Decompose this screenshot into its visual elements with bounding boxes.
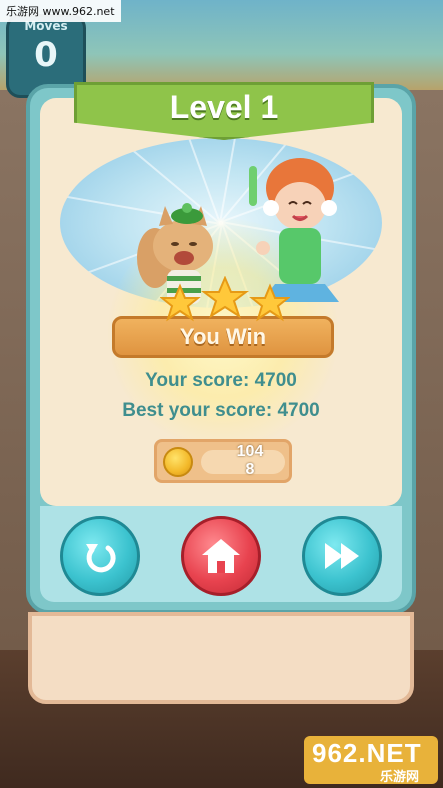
coin-bar: 104 8 bbox=[154, 439, 292, 483]
next-level-button[interactable] bbox=[302, 516, 382, 596]
coin-icon bbox=[163, 447, 193, 477]
replay-button[interactable] bbox=[60, 516, 140, 596]
star-icon bbox=[201, 276, 249, 319]
home-icon bbox=[202, 539, 240, 573]
level-title: Level 1 bbox=[169, 89, 279, 125]
coin-value-line-2: 8 bbox=[245, 461, 255, 478]
star-icon bbox=[249, 283, 290, 322]
coin-value-line-1: 104 bbox=[236, 443, 264, 460]
replay-icon bbox=[86, 544, 116, 573]
site-logo-text: 962.NET bbox=[312, 738, 422, 768]
star-icon bbox=[160, 283, 201, 322]
watermark-text: 乐游网 www.962.net bbox=[0, 0, 121, 22]
dialog-content: You Win Your score: 4700 Best your score… bbox=[40, 98, 402, 506]
lower-panel bbox=[28, 612, 414, 704]
fast-forward-icon bbox=[325, 543, 359, 569]
best-score: Best your score: 4700 bbox=[122, 400, 320, 421]
win-dialog: Level 1 You Win Your score: 4700 Best yo… bbox=[26, 82, 416, 614]
your-score: Your score: 4700 bbox=[145, 370, 297, 391]
site-logo-subtext: 乐游网 bbox=[380, 769, 420, 784]
stars-rating bbox=[160, 276, 290, 322]
coin-value: 104 8 bbox=[235, 443, 265, 479]
action-buttons bbox=[40, 506, 402, 602]
site-logo: 962.NET 乐游网 bbox=[304, 736, 438, 784]
home-button[interactable] bbox=[181, 516, 261, 596]
moves-value: 0 bbox=[34, 35, 58, 75]
result-label: You Win bbox=[179, 324, 267, 349]
